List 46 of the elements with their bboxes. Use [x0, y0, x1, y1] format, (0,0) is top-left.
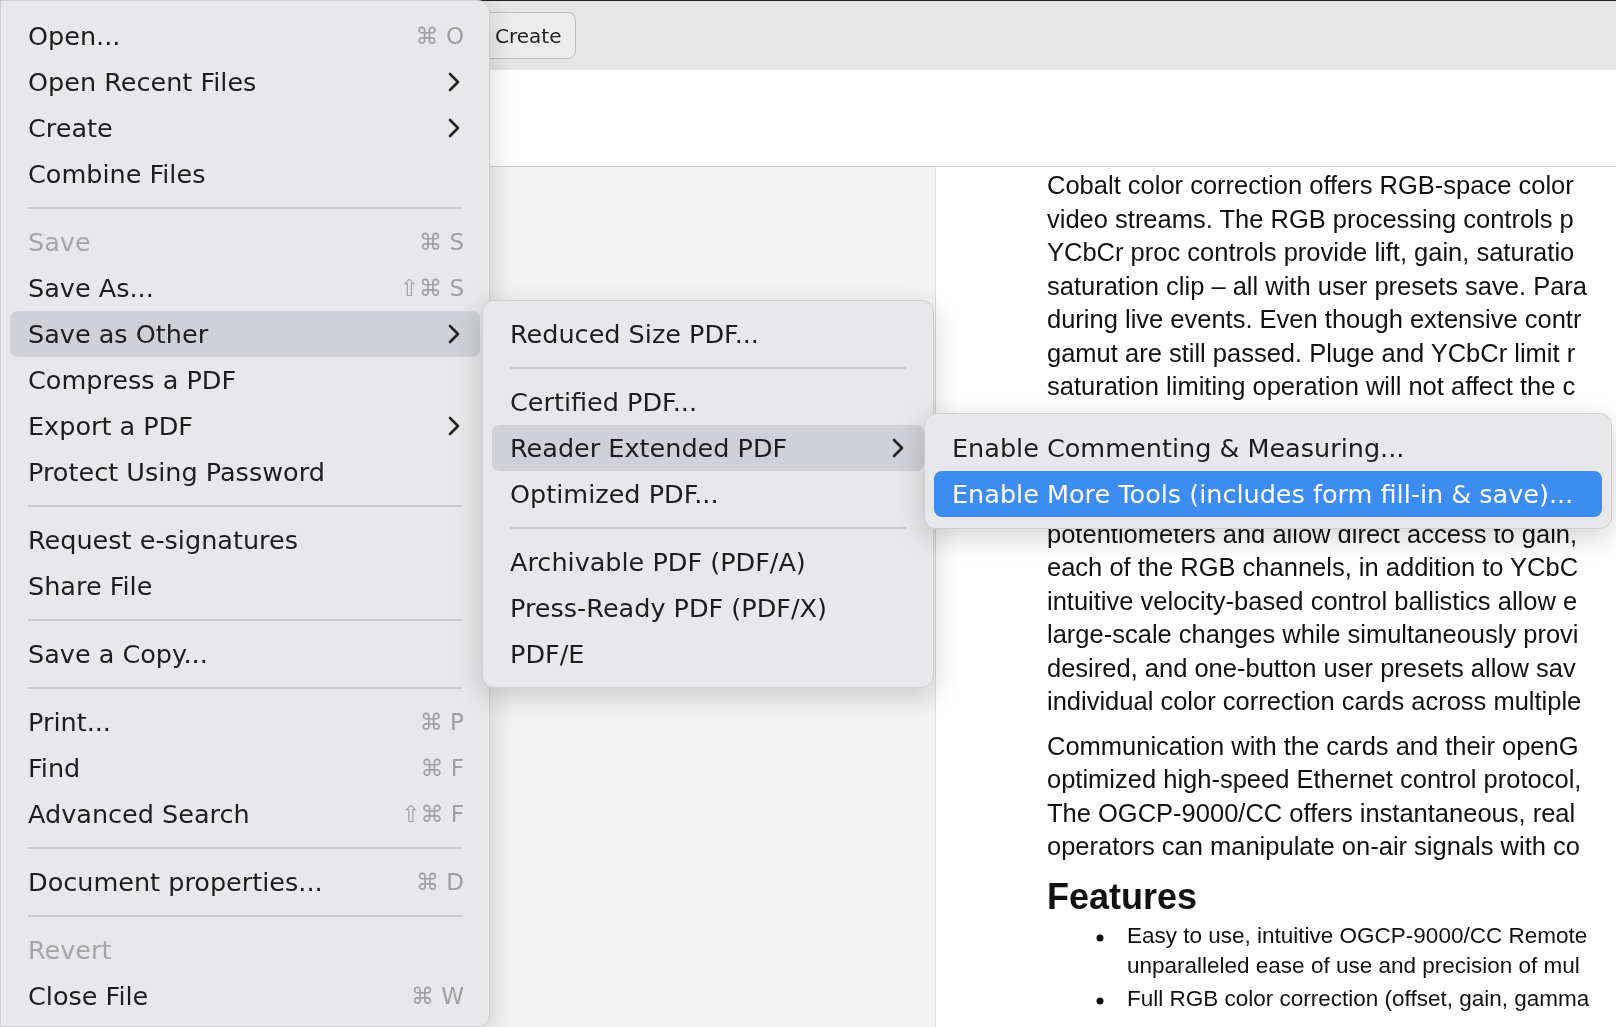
text-line: operators can manipulate on-air signals with co	[1047, 831, 1581, 862]
menu-item[interactable]: Create	[10, 105, 480, 151]
text-line: saturation clip – all with user presets save. Para	[1047, 270, 1588, 302]
menu-item[interactable]: Reader Extended PDF	[492, 425, 924, 471]
section-heading: Features	[1047, 874, 1199, 919]
text-line: Full RGB color correction (offset, gain, gamma	[1127, 984, 1590, 1013]
menu-item[interactable]: Print... ⌘ P	[10, 699, 480, 745]
text-line: intuitive velocity-based control ballistics allow e	[1047, 585, 1579, 617]
menu-item[interactable]: Press-Ready PDF (PDF/X)	[492, 585, 924, 631]
text-line: saturation limiting operation will not affect the c	[1047, 371, 1577, 402]
menu-item[interactable]: Save a Copy...	[10, 631, 480, 677]
text-line: optimized high-speed Ethernet control protocol,	[1047, 764, 1583, 795]
menu-item[interactable]: Reduced Size PDF...	[492, 311, 924, 357]
menu-item[interactable]: Save As... ⇧⌘ S	[10, 265, 480, 311]
menu-item[interactable]: Optimized PDF...	[492, 471, 924, 517]
text-line: desired, and one-button user presets allow sav	[1047, 652, 1577, 684]
menu-item[interactable]: Document properties... ⌘ D	[10, 859, 480, 905]
text-line: each of the RGB channels, in addition to YCbC	[1047, 552, 1580, 583]
menu-item[interactable]: PDF/E	[492, 631, 924, 677]
menu-item[interactable]: Enable Commenting & Measuring...	[934, 425, 1602, 471]
bullet-icon	[1096, 933, 1104, 942]
menu-item[interactable]: Open Recent Files	[10, 59, 480, 105]
menu-item[interactable]: Share File	[10, 563, 480, 609]
menu-item[interactable]: Certified PDF...	[492, 379, 924, 425]
menu-item[interactable]: Protect Using Password	[10, 449, 480, 495]
text-line: video streams. The RGB processing controls p	[1047, 203, 1575, 235]
menu-item[interactable]: Request e-signatures	[10, 517, 480, 563]
text-line: Communication with the cards and their openG	[1047, 730, 1580, 762]
menu-item[interactable]: Advanced Search ⇧⌘ F	[10, 791, 480, 837]
text-line: The OGCP-9000/CC offers instantaneous, real	[1047, 797, 1577, 829]
menu-item[interactable]: Compress a PDF	[10, 357, 480, 403]
text-line: YCbCr proc controls provide lift, gain, saturatio	[1047, 237, 1576, 268]
text-line: unparalleled ease of use and precision of mul	[1127, 951, 1581, 980]
menu-item[interactable]: Close File ⌘ W	[10, 973, 480, 1019]
text-line: Easy to use, intuitive OGCP-9000/CC Remote	[1127, 921, 1588, 950]
text-line: Cobalt color correction offers RGB-space color	[1047, 170, 1575, 201]
text-line: during live events. Even though extensive contr	[1047, 304, 1583, 335]
menu-item[interactable]: Archivable PDF (PDF/A)	[492, 539, 924, 585]
menu-item[interactable]: Export a PDF	[10, 403, 480, 449]
text-line: large-scale changes while simultaneously provi	[1047, 619, 1580, 650]
menu-item[interactable]: Save as Other	[10, 311, 480, 357]
menu-item[interactable]: Combine Files	[10, 151, 480, 197]
text-line: gamut are still passed. Pluge and YCbCr limit r	[1047, 337, 1577, 369]
menu-item[interactable]: Find ⌘ F	[10, 745, 480, 791]
bullet-icon	[1096, 996, 1104, 1005]
text-line: individual color correction cards across multiple	[1047, 686, 1583, 717]
